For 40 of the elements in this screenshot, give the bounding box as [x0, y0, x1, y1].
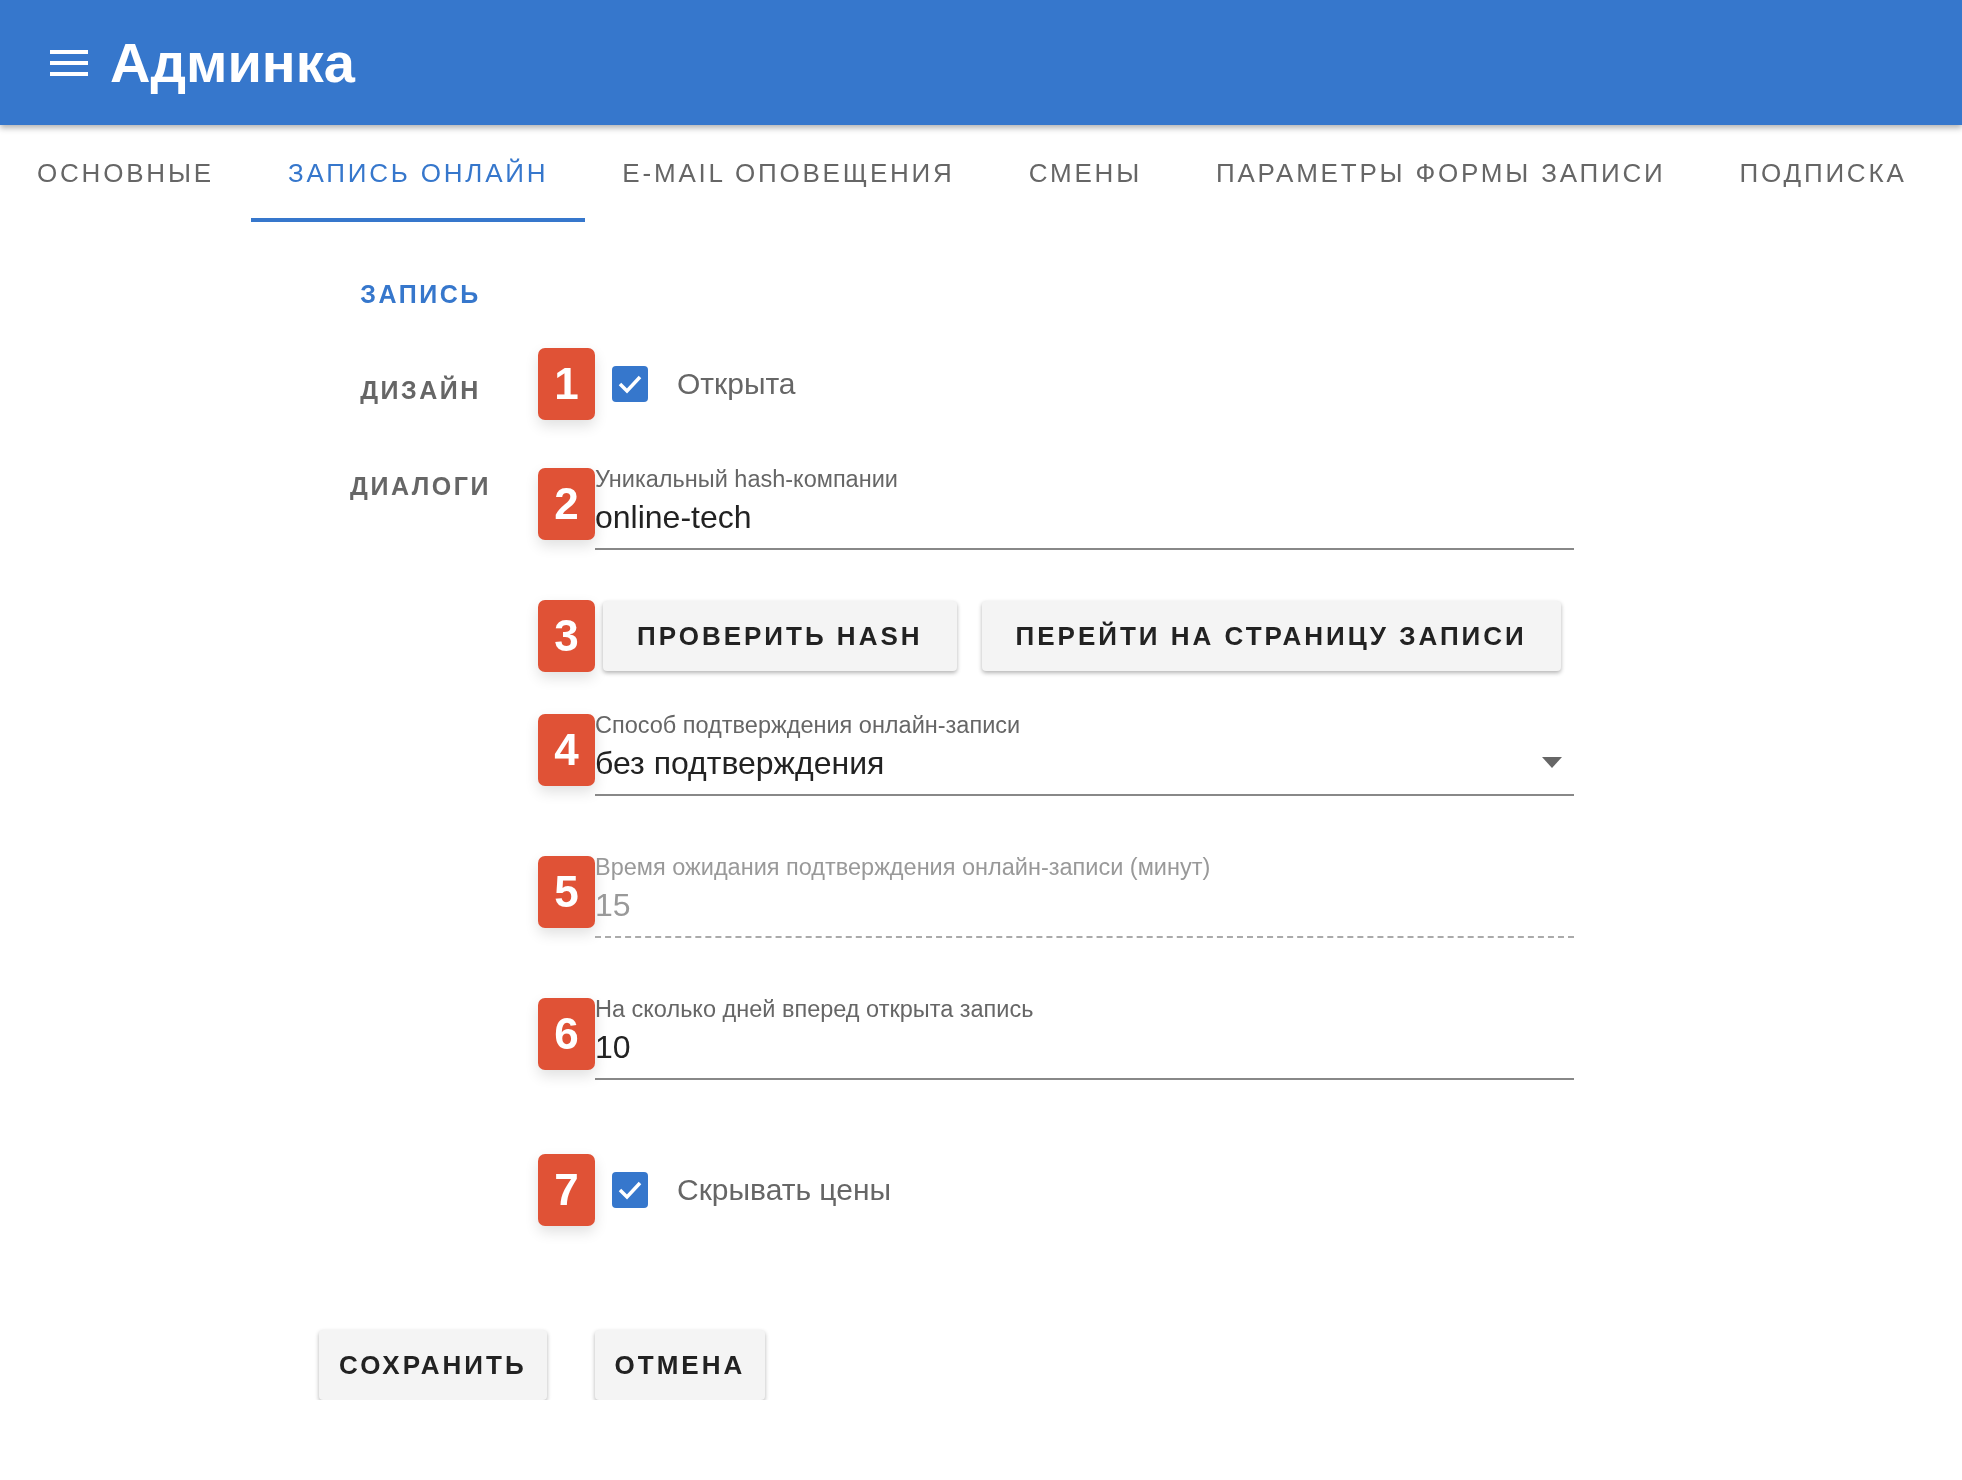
form-button[interactable]: ОТМЕНА — [594, 1330, 766, 1400]
field-label: Способ подтверждения онлайн-записи — [595, 712, 1021, 739]
checkbox[interactable] — [612, 366, 648, 402]
checkbox-label: Открыта — [677, 367, 796, 401]
dropdown-caret-icon[interactable] — [1542, 757, 1562, 768]
field-label: Уникальный hash-компании — [595, 466, 898, 493]
step-number-badge: 2 — [538, 468, 595, 540]
app-title: Админка — [110, 30, 355, 95]
field-value: без подтверждения — [595, 744, 885, 783]
input-field[interactable]: Уникальный hash-компании online-tech — [595, 458, 1574, 550]
step-number-badge: 4 — [538, 714, 595, 786]
field-label: На сколько дней вперед открыта запись — [595, 996, 1034, 1023]
form-button[interactable]: СОХРАНИТЬ — [319, 1330, 547, 1400]
checkmark-icon — [617, 373, 643, 395]
tab[interactable]: ПАРАМЕТРЫ ФОРМЫ ЗАПИСИ — [1178, 125, 1703, 222]
side-nav-item[interactable]: ДИАЛОГИ — [344, 438, 497, 534]
menu-icon[interactable] — [50, 49, 88, 76]
step-number-badge: 1 — [538, 348, 595, 420]
step-number-badge: 7 — [538, 1154, 595, 1226]
input-field[interactable]: На сколько дней вперед открыта запись 10 — [595, 988, 1574, 1080]
tab[interactable]: ЗАПИСЬ ОНЛАЙН — [250, 125, 586, 222]
step-number-badge: 6 — [538, 998, 595, 1070]
step-number-badge: 3 — [538, 600, 595, 672]
field-value: 15 — [595, 886, 631, 925]
field-value: 10 — [595, 1028, 631, 1067]
tab[interactable]: E-MAIL ОПОВЕЩЕНИЯ — [585, 125, 992, 222]
checkbox[interactable] — [612, 1172, 648, 1208]
side-nav-item[interactable]: ЗАПИСЬ — [354, 246, 487, 342]
tab[interactable]: СМЕНЫ — [991, 125, 1179, 222]
action-button[interactable]: ПЕРЕЙТИ НА СТРАНИЦУ ЗАПИСИ — [981, 601, 1561, 671]
step-number-badge: 5 — [538, 856, 595, 928]
tab[interactable]: ПОДПИСКА — [1702, 125, 1944, 222]
action-button[interactable]: ПРОВЕРИТЬ HASH — [603, 601, 957, 671]
field-value: online-tech — [595, 498, 752, 537]
select-field[interactable]: Способ подтверждения онлайн-записи без подтверждения — [595, 704, 1574, 796]
checkmark-icon — [617, 1179, 643, 1201]
tab[interactable]: ОСНОВНЫЕ — [0, 125, 251, 222]
checkbox-label: Скрывать цены — [677, 1173, 892, 1207]
side-nav-item[interactable]: ДИЗАЙН — [354, 342, 487, 438]
field-label: Время ожидания подтверждения онлайн-записи (минут) — [595, 854, 1211, 881]
